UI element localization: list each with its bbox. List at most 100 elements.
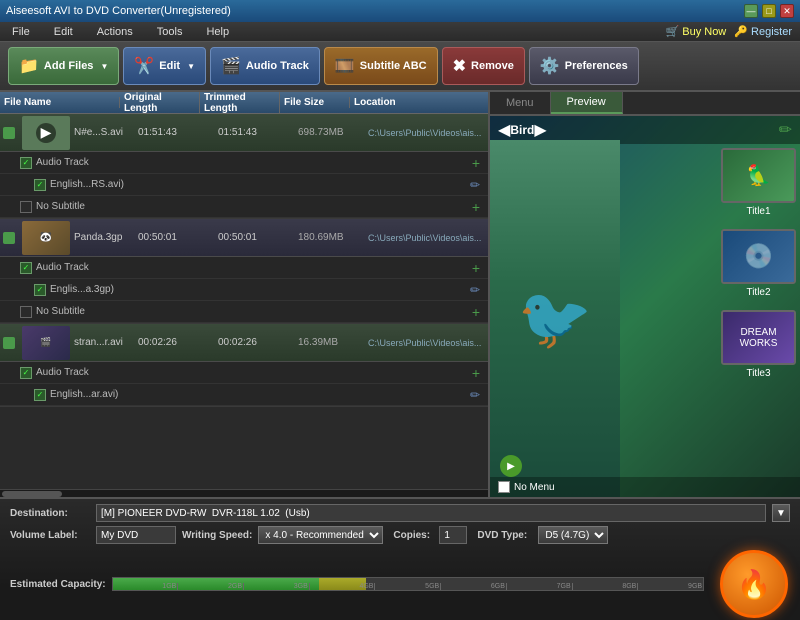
window-controls: — □ ✕: [744, 4, 794, 18]
thumb-img-1[interactable]: 🦜: [721, 148, 796, 203]
col-header-size: File Size: [280, 97, 350, 108]
flame-icon: 🔥: [737, 568, 772, 601]
nav-prev-arrow[interactable]: ◀: [498, 120, 510, 140]
no-menu-bar: No Menu: [490, 477, 800, 497]
file-list-body[interactable]: ▶ N#e...S.avi 01:51:43 01:51:43 698.73MB…: [0, 114, 488, 489]
thumb-title-1: Title1: [746, 206, 770, 217]
subtitle-check-2[interactable]: [20, 306, 32, 318]
audio-track-row-1: ✓ Audio Track +: [0, 152, 488, 174]
app-title: Aiseesoft AVI to DVD Converter(Unregiste…: [6, 5, 231, 17]
no-menu-checkbox[interactable]: [498, 481, 510, 493]
menu-edit[interactable]: Edit: [50, 24, 77, 40]
menu-right: 🛒 Buy Now 🔑 Register: [665, 25, 792, 38]
file-group-1: ▶ N#e...S.avi 01:51:43 01:51:43 698.73MB…: [0, 114, 488, 219]
preferences-button[interactable]: ⚙️ Preferences: [529, 47, 639, 85]
row-indicator-2: [0, 232, 18, 244]
thumb-container-1: 🦜 Title1: [721, 148, 796, 217]
subtitle-button[interactable]: 🎞️ Subtitle ABC: [324, 47, 438, 85]
file-size-2: 180.69MB: [294, 232, 364, 243]
audio-check-3[interactable]: ✓: [20, 367, 32, 379]
add-subtitle-icon-1[interactable]: +: [472, 199, 480, 215]
file-thumb-2: 🐼: [22, 221, 70, 255]
menu-help[interactable]: Help: [202, 24, 233, 40]
destination-input[interactable]: [96, 504, 766, 522]
audio-sub-label-3: English...ar.avi): [50, 389, 118, 400]
estimated-capacity-label: Estimated Capacity:: [10, 579, 106, 590]
row-indicator-1: [0, 127, 18, 139]
no-menu-label: No Menu: [514, 482, 555, 493]
audio-check-2[interactable]: ✓: [20, 262, 32, 274]
menu-actions[interactable]: Actions: [93, 24, 137, 40]
add-files-button[interactable]: 📁 Add Files ▼: [8, 47, 119, 85]
audio-sub-check-1[interactable]: ✓: [34, 179, 46, 191]
edit-audio-icon-3[interactable]: ✏: [470, 388, 480, 402]
add-subtitle-icon-2[interactable]: +: [472, 304, 480, 320]
edit-audio-icon-2[interactable]: ✏: [470, 283, 480, 297]
close-button[interactable]: ✕: [780, 4, 794, 18]
add-audio-icon-3[interactable]: +: [472, 365, 480, 381]
thumb-img-3[interactable]: DREAMWORKS: [721, 310, 796, 365]
file-trim-1: 01:51:43: [214, 127, 294, 138]
destination-dropdown[interactable]: ▼: [772, 504, 790, 522]
buy-now-link[interactable]: 🛒 Buy Now: [665, 25, 726, 38]
add-audio-icon-1[interactable]: +: [472, 155, 480, 171]
maximize-button[interactable]: □: [762, 4, 776, 18]
capacity-bar: 1GB 2GB 3GB 4GB 5GB 6GB 7GB 8GB 9GB: [112, 577, 704, 591]
file-row-3[interactable]: 🎬 stran...r.avi 00:02:26 00:02:26 16.39M…: [0, 324, 488, 362]
remove-icon: ✖: [453, 56, 466, 76]
menu-tools[interactable]: Tools: [153, 24, 187, 40]
add-audio-icon-2[interactable]: +: [472, 260, 480, 276]
remove-button[interactable]: ✖ Remove: [442, 47, 525, 85]
play-preview-button[interactable]: ▶: [500, 455, 522, 477]
file-row-1[interactable]: ▶ N#e...S.avi 01:51:43 01:51:43 698.73MB…: [0, 114, 488, 152]
minimize-button[interactable]: —: [744, 4, 758, 18]
add-files-icon: 📁: [19, 56, 39, 76]
audio-sub-check-2[interactable]: ✓: [34, 284, 46, 296]
file-info-1: N#e...S.avi 01:51:43 01:51:43 698.73MB C…: [74, 127, 488, 138]
play-icon-1[interactable]: ▶: [36, 123, 56, 143]
gear-icon: ⚙️: [540, 56, 560, 76]
burn-button-area: 🔥: [718, 548, 790, 620]
volume-input[interactable]: [96, 526, 176, 544]
tab-preview[interactable]: Preview: [551, 92, 623, 114]
right-tabs: Menu Preview: [490, 92, 800, 116]
col-header-loc: Location: [350, 97, 488, 108]
right-panel: Menu Preview ◀ Bird ▶ ✏ 🦜: [490, 92, 800, 497]
audio-track-label-1: Audio Track: [36, 157, 89, 168]
dvd-type-select[interactable]: D5 (4.7G): [538, 526, 608, 544]
audio-sub-check-3[interactable]: ✓: [34, 389, 46, 401]
audio-sub-label-1: English...RS.avi): [50, 179, 124, 190]
file-group-3: 🎬 stran...r.avi 00:02:26 00:02:26 16.39M…: [0, 324, 488, 407]
edit-audio-icon-1[interactable]: ✏: [470, 178, 480, 192]
capacity-segments: [113, 578, 703, 590]
nav-next-arrow[interactable]: ▶: [534, 120, 546, 140]
edit-nav-icon[interactable]: ✏: [779, 120, 792, 140]
audio-check-1[interactable]: ✓: [20, 157, 32, 169]
thumb-img-2[interactable]: 💿: [721, 229, 796, 284]
subtitle-check-1[interactable]: [20, 201, 32, 213]
file-info-2: Panda.3gp 00:50:01 00:50:01 180.69MB C:\…: [74, 232, 488, 243]
add-files-dropdown-arrow[interactable]: ▼: [100, 62, 108, 71]
horizontal-scrollbar[interactable]: [0, 489, 488, 497]
register-link[interactable]: 🔑 Register: [734, 25, 792, 38]
file-trim-3: 00:02:26: [214, 337, 294, 348]
copies-input[interactable]: [439, 526, 467, 544]
thumb-bg-2: 💿: [723, 231, 794, 282]
tab-menu[interactable]: Menu: [490, 92, 551, 114]
writing-speed-select[interactable]: x 4.0 - Recommended: [258, 526, 383, 544]
scrollbar-thumb-h[interactable]: [2, 491, 62, 497]
edit-dropdown-arrow[interactable]: ▼: [187, 62, 195, 71]
file-name-1: N#e...S.avi: [74, 127, 134, 138]
menu-file[interactable]: File: [8, 24, 34, 40]
thumb-container-3: DREAMWORKS Title3: [721, 310, 796, 379]
file-row-2[interactable]: 🐼 Panda.3gp 00:50:01 00:50:01 180.69MB C…: [0, 219, 488, 257]
row-indicator-3: [0, 337, 18, 349]
burn-button[interactable]: 🔥: [720, 550, 788, 618]
audio-track-button[interactable]: 🎬 Audio Track: [210, 47, 320, 85]
file-loc-3: C:\Users\Public\Videos\ais...: [364, 338, 488, 348]
audio-track-icon: 🎬: [221, 56, 241, 76]
edit-button[interactable]: ✂️ Edit ▼: [123, 47, 206, 85]
capacity-free: [366, 578, 703, 590]
main-content: File Name Original Length Trimmed Length…: [0, 92, 800, 497]
bird-image: 🐦: [490, 140, 620, 497]
